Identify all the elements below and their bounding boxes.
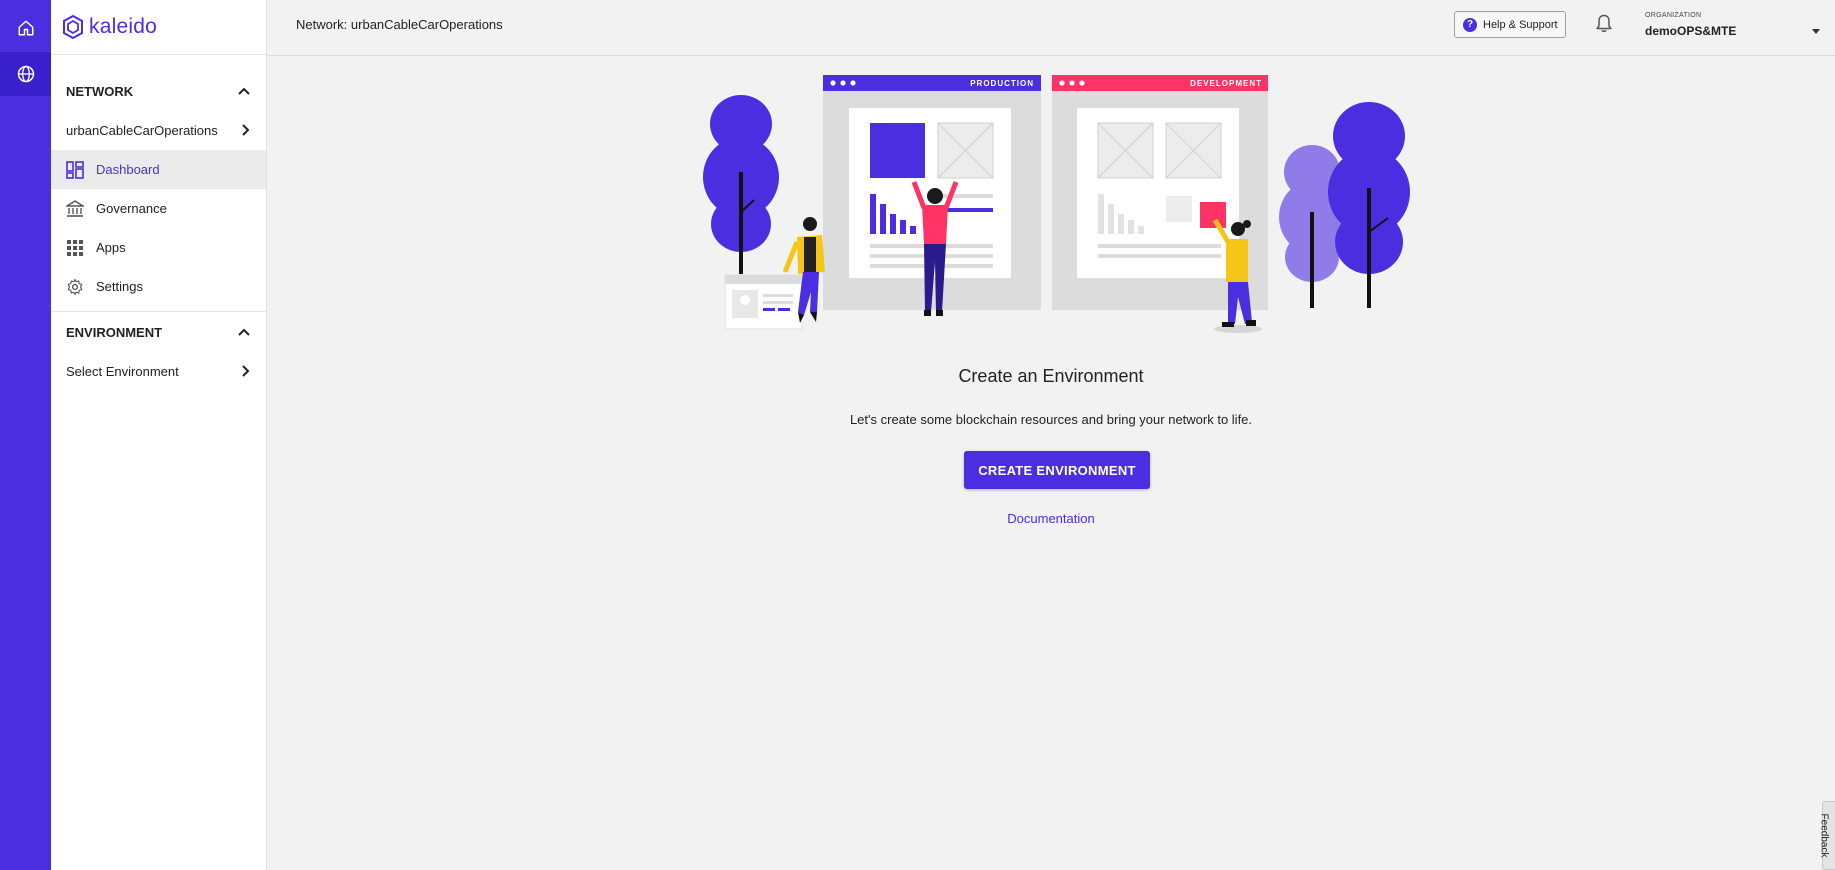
feedback-tab[interactable]: Feedback — [1818, 801, 1835, 870]
brand-name: kaleido — [89, 15, 157, 38]
network-name: urbanCableCarOperations — [66, 122, 218, 138]
chevron-up-icon — [238, 87, 250, 95]
organization-selector[interactable]: demoOPS&MTE — [1645, 24, 1736, 38]
tree-left — [703, 95, 779, 274]
network-selector[interactable]: urbanCableCarOperations — [51, 110, 266, 150]
help-support-button[interactable]: ? Help & Support — [1454, 11, 1566, 38]
sidebar-item-label: Apps — [96, 240, 126, 255]
environments-illustration: PRODUCTION DEVELOPMENT — [703, 75, 1410, 333]
sidebar-item-label: Governance — [96, 201, 167, 216]
development-label: DEVELOPMENT — [1190, 79, 1262, 88]
dashboard-icon — [65, 160, 85, 180]
bank-icon — [65, 199, 85, 219]
network-section-title: NETWORK — [66, 83, 134, 99]
kaleido-logo-icon — [63, 15, 83, 39]
sidebar-divider — [51, 311, 266, 312]
sidebar-item-governance[interactable]: Governance — [51, 189, 266, 228]
chevron-right-icon — [242, 365, 250, 377]
help-support-label: Help & Support — [1483, 18, 1558, 31]
home-icon — [18, 20, 33, 36]
feedback-label: Feedback — [1818, 813, 1830, 858]
create-environment-button[interactable]: CREATE ENVIRONMENT — [964, 451, 1150, 489]
tree-right-dark — [1328, 102, 1410, 308]
environment-section-toggle[interactable]: ENVIRONMENT — [51, 313, 266, 351]
production-label: PRODUCTION — [970, 79, 1034, 88]
home-button[interactable] — [0, 6, 51, 50]
network-section-toggle[interactable]: NETWORK — [51, 72, 266, 110]
sidebar-item-settings[interactable]: Settings — [51, 267, 266, 306]
sidebar: kaleido NETWORK urbanCableCarOperations … — [51, 0, 267, 870]
globe-icon — [17, 65, 34, 83]
documentation-link-text[interactable]: Documentation — [1007, 511, 1094, 526]
chevron-right-icon — [242, 124, 250, 136]
environment-select-label: Select Environment — [66, 363, 179, 379]
top-bar: Network: urbanCableCarOperations ? Help … — [267, 0, 1835, 56]
environment-section-title: ENVIRONMENT — [66, 324, 163, 340]
networks-button[interactable] — [0, 52, 51, 96]
page-title: Create an Environment — [958, 366, 1144, 386]
documentation-link: Documentation — [267, 511, 1835, 526]
sidebar-item-label: Settings — [96, 279, 143, 294]
caret-down-icon[interactable] — [1812, 29, 1820, 34]
environment-selector[interactable]: Select Environment — [51, 351, 266, 391]
brand-logo[interactable]: kaleido — [51, 0, 266, 55]
gear-icon — [65, 277, 85, 297]
organization-label: ORGANIZATION — [1645, 12, 1702, 19]
chevron-up-icon — [238, 328, 250, 336]
page-subtitle: Let's create some blockchain resources a… — [849, 412, 1253, 427]
breadcrumb: Network: urbanCableCarOperations — [296, 17, 503, 32]
sidebar-item-dashboard[interactable]: Dashboard — [51, 150, 266, 189]
profile-card — [724, 274, 803, 330]
sidebar-item-label: Dashboard — [96, 162, 160, 177]
help-icon: ? — [1463, 17, 1477, 32]
apps-grid-icon — [65, 238, 85, 258]
bell-icon[interactable] — [1596, 14, 1612, 33]
sidebar-item-apps[interactable]: Apps — [51, 228, 266, 267]
app-rail — [0, 0, 51, 870]
